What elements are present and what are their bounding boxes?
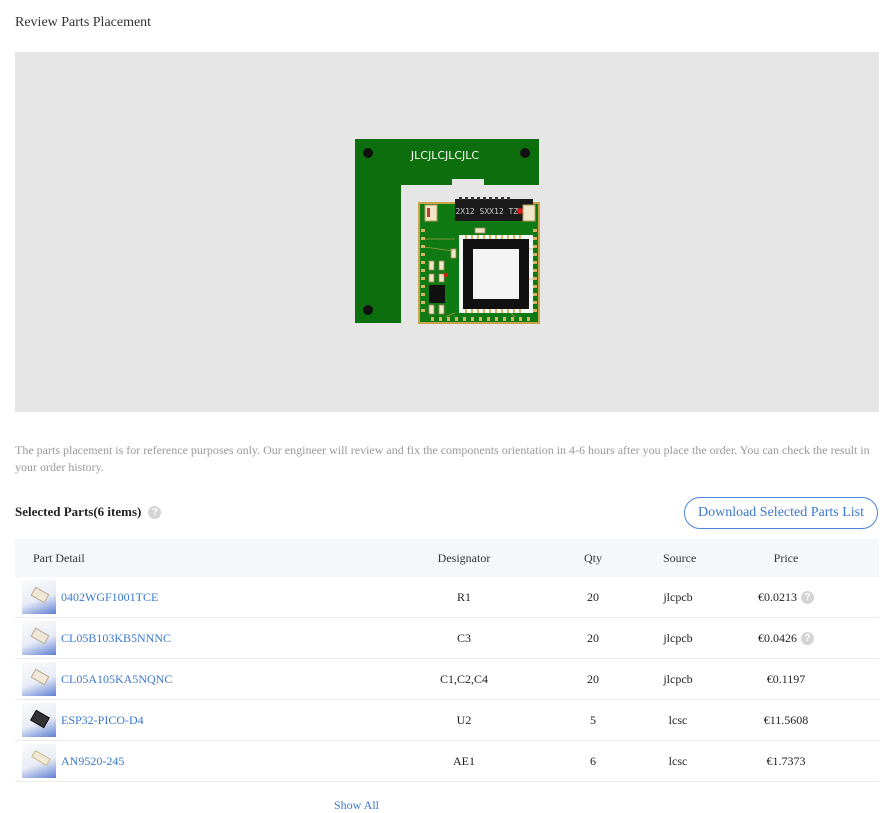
parts-table: Part Detail Designator Qty Source Price … xyxy=(15,539,879,782)
pcb-render: JLCJLCJLCJLC 2X12 SXX12 TZ 7M xyxy=(355,139,540,324)
qty-cell: 5 xyxy=(590,712,596,727)
mounting-hole xyxy=(363,305,373,315)
capacitor-thumbnail[interactable] xyxy=(22,662,56,696)
price-value: €0.0426 xyxy=(758,630,797,645)
part-number-link[interactable]: AN9520-245 xyxy=(61,754,124,769)
part-number-link[interactable]: 0402WGF1001TCE xyxy=(61,590,158,605)
pcb-preview: JLCJLCJLCJLC 2X12 SXX12 TZ 7M xyxy=(15,52,879,412)
source-cell: jlcpcb xyxy=(663,589,693,604)
table-row: AN9520-245 AE1 6 lcsc €1.7373 xyxy=(15,741,879,782)
column-header-source: Source xyxy=(663,550,697,565)
source-cell: lcsc xyxy=(668,753,688,768)
qty-cell: 6 xyxy=(590,753,596,768)
capacitor-body xyxy=(429,285,445,303)
question-circle-icon[interactable]: ? xyxy=(148,505,162,519)
selected-parts-label: Selected Parts(6 items) xyxy=(15,504,142,519)
part-number-link[interactable]: ESP32-PICO-D4 xyxy=(61,713,144,728)
price-cell: €11.5608 xyxy=(693,713,879,728)
column-header-price: Price xyxy=(773,550,799,565)
qty-cell: 20 xyxy=(587,671,599,686)
price-value: €1.7373 xyxy=(766,753,806,768)
mounting-hole xyxy=(520,148,530,158)
designator-cell: C1,C2,C4 xyxy=(439,671,488,686)
question-circle-icon[interactable]: ? xyxy=(801,631,814,645)
download-parts-list-button[interactable]: Download Selected Parts List xyxy=(684,497,878,529)
qty-cell: 20 xyxy=(587,589,599,604)
ic-thumbnail[interactable] xyxy=(22,703,56,737)
source-cell: jlcpcb xyxy=(663,671,693,686)
antenna-thumbnail[interactable] xyxy=(22,744,56,778)
designator-cell: C3 xyxy=(456,630,471,645)
price-cell: €0.0213 ? xyxy=(693,590,879,605)
part-number-link[interactable]: CL05B103KB5NNNC xyxy=(61,631,171,646)
source-cell: lcsc xyxy=(668,712,688,727)
price-cell: €0.1197 xyxy=(693,672,879,687)
capacitor-thumbnail[interactable] xyxy=(22,621,56,655)
table-row: CL05A105KA5NQNC C1,C2,C4 20 jlcpcb €0.11… xyxy=(15,659,879,700)
section-title: Review Parts Placement xyxy=(15,15,152,30)
mounting-hole xyxy=(363,148,373,158)
price-value: €11.5608 xyxy=(763,712,809,727)
selected-parts-title: Selected Parts(6 items) ? xyxy=(15,504,162,520)
table-row: 0402WGF1001TCE R1 20 jlcpcb €0.0213 ? xyxy=(15,577,879,618)
table-row: ESP32-PICO-D4 U2 5 lcsc €11.5608 xyxy=(15,700,879,741)
column-header-part-detail: Part Detail xyxy=(33,550,85,565)
price-value: €0.1197 xyxy=(766,671,806,686)
price-cell: €1.7373 xyxy=(693,754,879,769)
resistor-thumbnail[interactable] xyxy=(22,580,56,614)
part-number-link[interactable]: CL05A105KA5NQNC xyxy=(61,672,172,687)
designator-cell: U2 xyxy=(456,712,472,727)
column-header-designator: Designator xyxy=(437,550,491,565)
question-circle-icon[interactable]: ? xyxy=(801,590,814,604)
table-row: CL05B103KB5NNNC C3 20 jlcpcb €0.0426 ? xyxy=(15,618,879,659)
price-value: €0.0213 xyxy=(758,589,797,604)
price-cell: €0.0426 ? xyxy=(693,631,879,646)
table-header: Part Detail Designator Qty Source Price xyxy=(15,539,879,577)
designator-cell: R1 xyxy=(456,589,471,604)
qty-cell: 20 xyxy=(587,630,599,645)
pcb-silkscreen: JLCJLCJLCJLC xyxy=(410,149,480,162)
source-cell: jlcpcb xyxy=(663,630,693,645)
designator-cell: AE1 xyxy=(453,753,475,768)
pcb-left-strip xyxy=(355,139,401,323)
column-header-qty: Qty xyxy=(584,550,602,565)
placement-notice: The parts placement is for reference pur… xyxy=(15,443,870,474)
